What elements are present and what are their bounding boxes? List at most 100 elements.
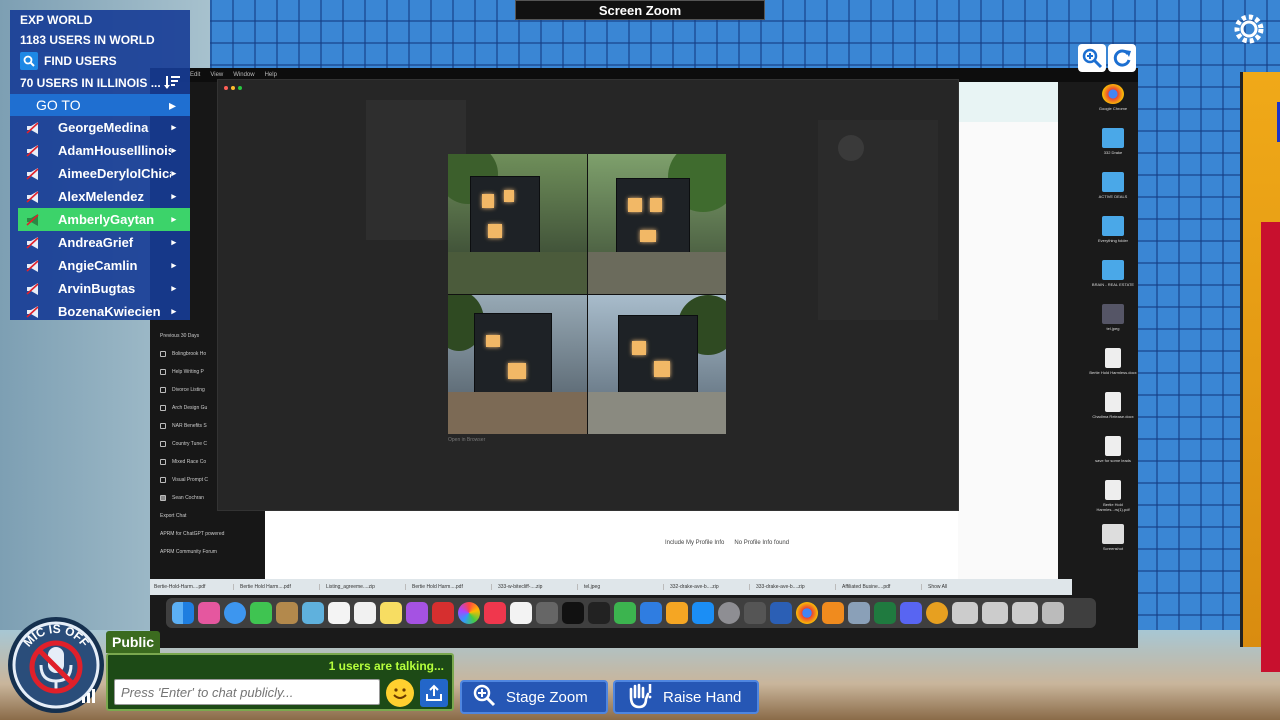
news-icon[interactable] [510, 602, 532, 624]
word-icon[interactable] [770, 602, 792, 624]
shared-screen[interactable]: Edit View Window Help Previous 30 Days Boli… [150, 68, 1138, 648]
podcasts-icon[interactable] [406, 602, 428, 624]
desktop-icon[interactable]: Bertie Hold Harmles...rs(1).pdf [1088, 480, 1138, 524]
desktop-icon[interactable]: Google Chrome [1088, 84, 1138, 128]
download-item[interactable]: Affiliated Busine....pdf [842, 584, 922, 590]
download-item[interactable]: Bertie-Hold-Harm....pdf [154, 584, 234, 590]
raise-hand-button[interactable]: Raise Hand [613, 680, 759, 714]
window-thumb[interactable] [952, 602, 978, 624]
refresh-icon[interactable] [1108, 44, 1136, 72]
chevron-right-icon[interactable]: ▸ [171, 260, 176, 271]
trash-icon[interactable] [1042, 602, 1064, 624]
window-thumb[interactable] [1012, 602, 1038, 624]
app-store-icon[interactable] [692, 602, 714, 624]
download-item[interactable]: Bertie Hold Harm....pdf [240, 584, 320, 590]
user-row[interactable]: BozenaKwiecien ▸ [18, 300, 190, 320]
users-in-state[interactable]: 70 USERS IN ILLINOIS ... [10, 72, 190, 94]
settings-icon[interactable] [718, 602, 740, 624]
download-item[interactable]: 333-w-bitecliff-....zip [498, 584, 578, 590]
desktop-icon[interactable]: Chadima Release.docx [1088, 392, 1138, 436]
desktop-icon[interactable]: ACTIVE DEALS [1088, 172, 1138, 216]
keynote-icon[interactable] [640, 602, 662, 624]
tv-icon[interactable] [562, 602, 584, 624]
sidebar-footer[interactable]: APRM Community Forum [150, 543, 265, 561]
maps-icon[interactable] [302, 602, 324, 624]
music-icon[interactable] [484, 602, 506, 624]
download-item[interactable]: tel.jpeg [584, 584, 664, 590]
chevron-right-icon[interactable]: ▸ [171, 145, 176, 156]
contacts-icon[interactable] [276, 602, 298, 624]
house-image-2[interactable] [587, 154, 726, 294]
discord-icon[interactable] [900, 602, 922, 624]
stage-zoom-button[interactable]: Stage Zoom [460, 680, 608, 714]
ball-icon[interactable] [926, 602, 948, 624]
chat-bottom-area: Include My Profile Info No Profile Info … [265, 522, 958, 582]
sidebar-footer[interactable]: APRM for ChatGPT powered [150, 525, 265, 543]
house-image-grid[interactable] [448, 154, 726, 434]
numbers-icon[interactable] [614, 602, 636, 624]
public-chat-tab[interactable]: Public [106, 631, 160, 653]
app-icon[interactable] [432, 602, 454, 624]
open-in-browser-link[interactable]: Open in Browser [448, 437, 485, 443]
app-icon[interactable] [588, 602, 610, 624]
chat-input[interactable] [114, 679, 380, 705]
download-item[interactable]: Listing_agreeme....zip [326, 584, 406, 590]
house-image-4[interactable] [587, 294, 726, 434]
download-item[interactable]: 332-drake-ave-b....zip [670, 584, 750, 590]
chevron-right-icon[interactable]: ▸ [171, 306, 176, 317]
chevron-right-icon[interactable]: ▸ [171, 168, 176, 179]
safari-icon[interactable] [224, 602, 246, 624]
desktop-icon[interactable]: Everything folder [1088, 216, 1138, 260]
download-item[interactable]: Bertie Hold Harm....pdf [412, 584, 492, 590]
excel-icon[interactable] [874, 602, 896, 624]
zoom-in-icon[interactable] [1078, 44, 1106, 72]
download-item[interactable]: 333-drake-ave-b....zip [756, 584, 836, 590]
chevron-right-icon[interactable]: ▸ [171, 214, 176, 225]
photos-icon[interactable] [458, 602, 480, 624]
notes-icon[interactable] [380, 602, 402, 624]
user-row[interactable]: GeorgeMedina ▸ [18, 116, 190, 139]
desktop-icon[interactable]: Screenshot [1088, 524, 1138, 568]
house-image-1[interactable] [448, 154, 587, 294]
finder-icon[interactable] [172, 602, 194, 624]
screenshot-icon[interactable] [536, 602, 558, 624]
user-row[interactable]: AngieCamlin ▸ [18, 254, 190, 277]
show-all-link[interactable]: Show All [928, 584, 947, 590]
desktop-icon[interactable]: save for some leads [1088, 436, 1138, 480]
goto-button[interactable]: GO TO ▸ [10, 94, 190, 116]
window-controls[interactable] [224, 86, 242, 90]
user-row[interactable]: AimeeDeryloIChicago▸ [18, 162, 190, 185]
megaphone-icon [26, 236, 39, 249]
desktop-icon[interactable]: tel.jpeg [1088, 304, 1138, 348]
desktop-icon[interactable]: BRAIN - REAL ESTATE [1088, 260, 1138, 304]
books-icon[interactable] [822, 602, 844, 624]
user-row[interactable]: AndreaGrief ▸ [18, 231, 190, 254]
facetime-icon[interactable] [250, 602, 272, 624]
desktop-icon[interactable]: 332 Drake [1088, 128, 1138, 172]
calendar-icon[interactable] [328, 602, 350, 624]
user-row[interactable]: ArvinBugtas ▸ [18, 277, 190, 300]
emoji-button[interactable] [386, 679, 414, 707]
window-thumb[interactable] [982, 602, 1008, 624]
pages-icon[interactable] [666, 602, 688, 624]
profile-options[interactable]: Include My Profile Info No Profile Info … [665, 540, 789, 546]
user-row[interactable]: AlexMelendez ▸ [18, 185, 190, 208]
desktop-icon[interactable]: Bertie Hold Harmless.docx [1088, 348, 1138, 392]
house-image-3[interactable] [448, 294, 587, 434]
chevron-right-icon[interactable]: ▸ [171, 191, 176, 202]
chrome-icon[interactable] [796, 602, 818, 624]
find-users-button[interactable]: FIND USERS [10, 50, 190, 72]
sort-icon[interactable] [164, 74, 180, 93]
reminders-icon[interactable] [354, 602, 376, 624]
gear-icon[interactable] [1230, 10, 1268, 48]
help-icon[interactable] [744, 602, 766, 624]
chevron-right-icon[interactable]: ▸ [171, 237, 176, 248]
chevron-right-icon: ▸ [168, 96, 176, 113]
share-button[interactable] [420, 679, 448, 707]
user-row[interactable]: AmberlyGaytan ▸ [18, 208, 190, 231]
chevron-right-icon[interactable]: ▸ [171, 122, 176, 133]
user-row[interactable]: AdamHouseIllinois ▸ [18, 139, 190, 162]
launchpad-icon[interactable] [198, 602, 220, 624]
preview-icon[interactable] [848, 602, 870, 624]
chevron-right-icon[interactable]: ▸ [171, 283, 176, 294]
